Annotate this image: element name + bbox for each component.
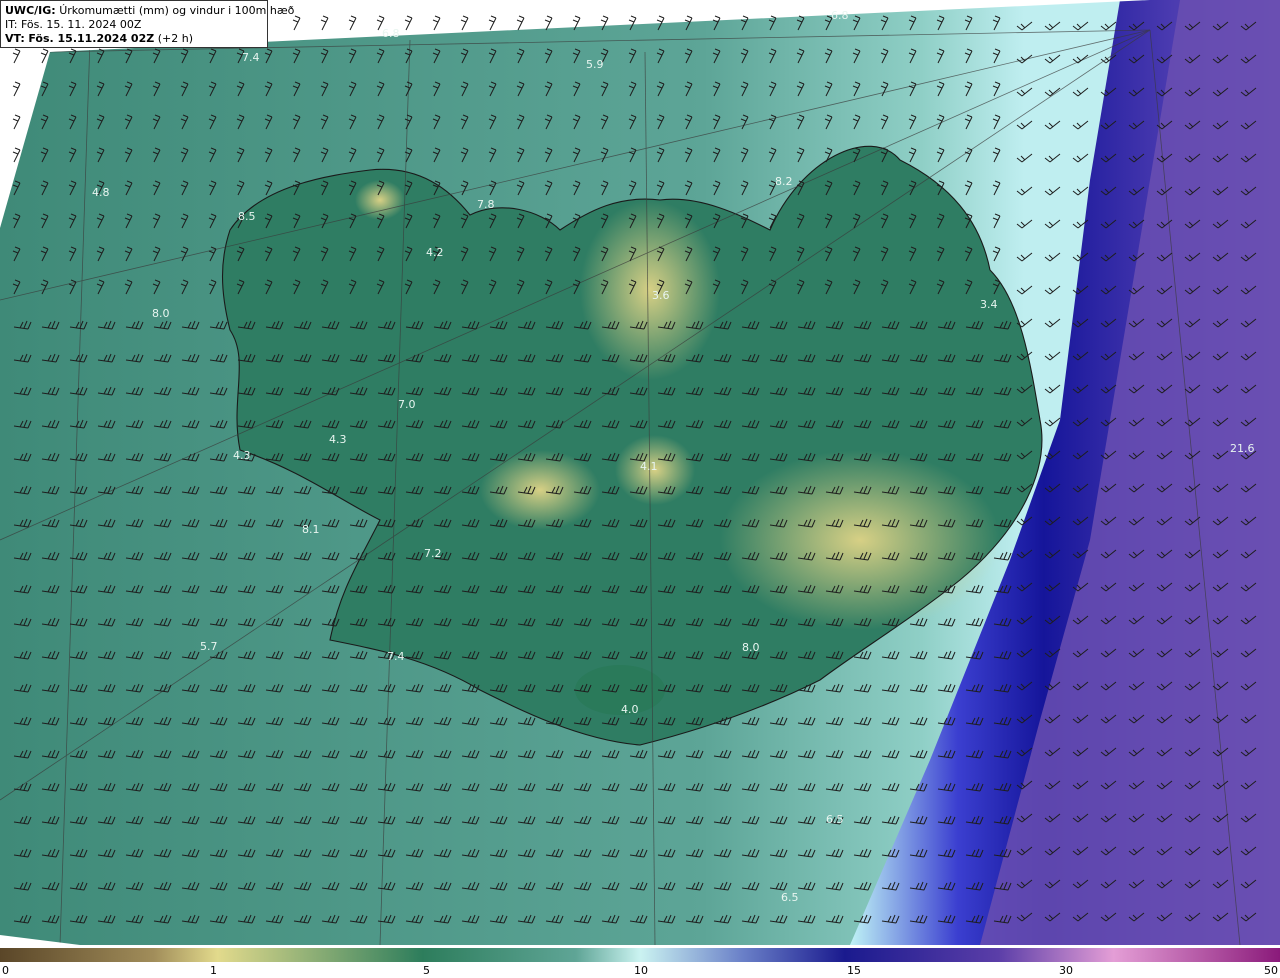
wind-barb [12, 147, 21, 163]
colorbar-tick: 30 [1059, 964, 1073, 977]
wind-barb [320, 15, 329, 31]
wind-barb [292, 15, 301, 31]
value-label: 7.2 [424, 547, 442, 560]
init-time-label: IT: [5, 18, 18, 31]
wind-barb [404, 15, 413, 31]
wind-barb [348, 15, 357, 31]
value-label: 5.9 [586, 58, 604, 71]
wind-barb [488, 15, 497, 31]
value-label: 8.0 [152, 307, 170, 320]
valid-time-line: VT: Fös. 15.11.2024 02Z (+2 h) [5, 32, 263, 46]
colorbar-tick: 50 [1264, 964, 1278, 977]
value-label: 21.6 [1230, 442, 1255, 455]
wind-barb [40, 48, 49, 64]
colorbar-tick: 10 [634, 964, 648, 977]
value-label: 3.6 [652, 289, 670, 302]
value-label: 8.0 [742, 641, 760, 654]
colorbar: 0 1 5 10 15 30 50 [0, 948, 1280, 977]
init-time-value: Fös. 15. 11. 2024 00Z [20, 18, 142, 31]
value-label: 4.3 [329, 433, 347, 446]
wind-barb [12, 81, 21, 97]
wind-barb [460, 15, 469, 31]
wind-barb [12, 48, 21, 64]
value-label: 8.1 [302, 523, 320, 536]
weather-map: 6.8 6.8 7.4 5.9 4.8 8.5 7.8 8.2 4.2 8.0 … [0, 0, 1280, 977]
value-label: 7.4 [387, 650, 405, 663]
product-label: UWC/IG: [5, 4, 56, 17]
wind-barb [432, 15, 441, 31]
value-label: 6.8 [831, 9, 849, 22]
colorbar-tick: 0 [2, 964, 9, 977]
value-label: 7.4 [242, 51, 260, 64]
value-label: 3.4 [980, 298, 998, 311]
value-label: 4.3 [233, 449, 251, 462]
value-label: 4.1 [640, 460, 658, 473]
value-label: 4.2 [426, 246, 444, 259]
value-label: 4.0 [621, 703, 639, 716]
value-label: 8.2 [775, 175, 793, 188]
wind-barb [544, 15, 553, 31]
colorbar-gradient [0, 948, 1280, 962]
colorbar-tick: 15 [847, 964, 861, 977]
value-label: 7.8 [477, 198, 495, 211]
value-label: 6.5 [826, 813, 844, 826]
colorbar-tick: 5 [423, 964, 430, 977]
value-label: 6.5 [781, 891, 799, 904]
init-time-line: IT: Fös. 15. 11. 2024 00Z [5, 18, 263, 32]
value-label: 5.7 [200, 640, 218, 653]
wind-barb [12, 114, 21, 130]
map-header: UWC/IG: Úrkomumætti (mm) og vindur i 100… [0, 0, 294, 48]
colorbar-tick: 1 [210, 964, 217, 977]
value-label: 8.5 [238, 210, 256, 223]
map-title: Úrkomumætti (mm) og vindur i 100m hæð [59, 4, 295, 17]
lead-time: (+2 h) [157, 32, 193, 45]
valid-time-value: Fös. 15.11.2024 02Z [28, 32, 155, 45]
wind-barb [516, 15, 525, 31]
value-label: 4.8 [92, 186, 110, 199]
value-label: 7.0 [398, 398, 416, 411]
header-title-line: UWC/IG: Úrkomumætti (mm) og vindur i 100… [5, 4, 294, 18]
value-label: 6.8 [382, 27, 400, 40]
valid-time-label: VT: [5, 32, 25, 45]
